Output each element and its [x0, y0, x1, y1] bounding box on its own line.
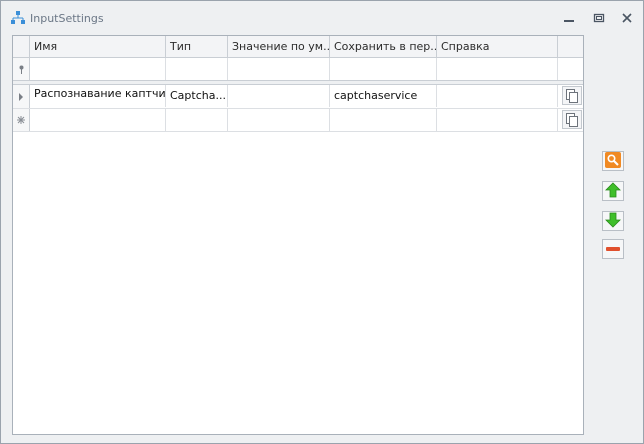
tree-icon: [11, 11, 25, 25]
new-cell-save-to[interactable]: [330, 109, 437, 131]
copy-icon: [566, 88, 578, 103]
remove-button[interactable]: [602, 239, 624, 259]
move-down-button[interactable]: [602, 211, 624, 231]
column-header-help[interactable]: Справка: [437, 36, 558, 57]
filter-cell-save-to[interactable]: [330, 58, 437, 80]
new-row-asterisk-icon: [13, 109, 30, 131]
arrow-up-icon: [605, 181, 621, 201]
filter-row: [13, 58, 583, 81]
window-title: InputSettings: [30, 12, 104, 25]
grid-header: Имя Тип Значение по ум... Сохранить в пе…: [13, 36, 583, 58]
minimize-icon[interactable]: [561, 11, 577, 25]
cell-default[interactable]: [228, 85, 330, 107]
arrow-down-icon: [605, 212, 621, 231]
column-header-actions: [558, 36, 583, 57]
copy-new-row-button[interactable]: [562, 110, 582, 129]
table-row[interactable]: Распознавание каптчи: Captcha... captcha…: [13, 85, 583, 109]
filter-cell-name[interactable]: [30, 58, 166, 80]
filter-icon: [13, 58, 30, 80]
settings-grid[interactable]: Имя Тип Значение по ум... Сохранить в пе…: [12, 35, 584, 435]
move-up-button[interactable]: [602, 181, 624, 201]
column-header-type[interactable]: Тип: [166, 36, 228, 57]
minus-icon: [605, 243, 621, 256]
column-header-default[interactable]: Значение по ум...: [228, 36, 330, 57]
copy-row-button[interactable]: [562, 86, 582, 105]
new-cell-type[interactable]: [166, 109, 228, 131]
cell-help[interactable]: [437, 85, 558, 107]
header-indicator-cell: [13, 36, 30, 57]
row-indicator-arrow-icon[interactable]: [13, 85, 30, 108]
new-cell-name[interactable]: [30, 109, 166, 131]
search-button[interactable]: [602, 151, 624, 171]
new-row[interactable]: [13, 109, 583, 132]
column-header-name[interactable]: Имя: [30, 36, 166, 57]
magnifier-icon: [605, 151, 621, 171]
restore-icon[interactable]: [591, 11, 607, 25]
title-bar: InputSettings: [1, 1, 643, 33]
cell-name[interactable]: Распознавание каптчи:: [30, 85, 166, 107]
input-settings-window: InputSettings Имя Тип Значение по ум... …: [0, 0, 644, 444]
close-icon[interactable]: [619, 11, 635, 25]
column-header-save-to[interactable]: Сохранить в пер...: [330, 36, 437, 57]
new-cell-help[interactable]: [437, 109, 558, 131]
filter-cell-type[interactable]: [166, 58, 228, 80]
copy-icon: [566, 112, 578, 127]
filter-cell-default[interactable]: [228, 58, 330, 80]
new-cell-default[interactable]: [228, 109, 330, 131]
filter-cell-help[interactable]: [437, 58, 558, 80]
cell-type[interactable]: Captcha...: [166, 85, 228, 107]
cell-save-to[interactable]: captchaservice: [330, 85, 437, 107]
